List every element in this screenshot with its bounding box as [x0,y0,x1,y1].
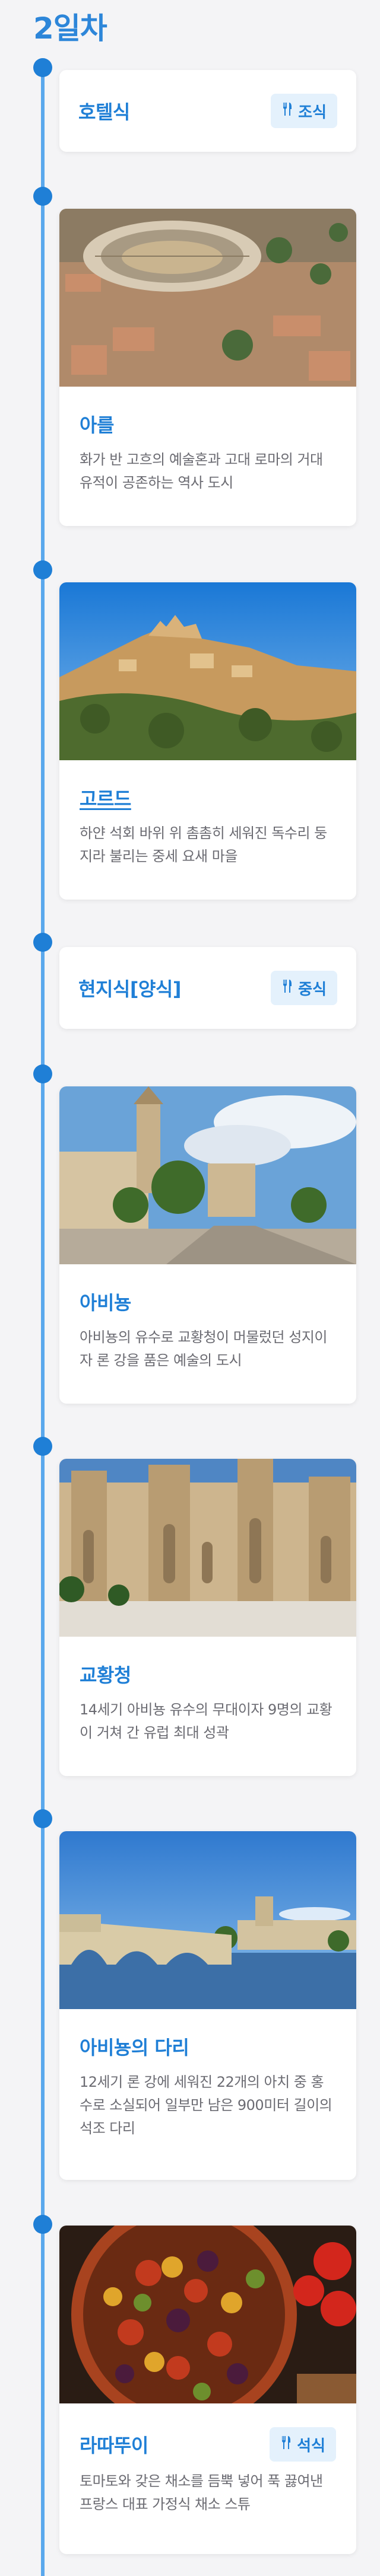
day-title: 2일차 [33,11,107,46]
schedule-card-papal-palace[interactable]: 교황청 14세기 아비뇽 유수의 무대이자 9명의 교황이 거쳐 간 유럽 최대… [59,1459,356,1776]
meal-tag: 중식 [271,971,337,1005]
ratatouille-dish-image [59,2226,356,2403]
schedule-card-arles[interactable]: 아를 화가 반 고흐의 예술혼과 고대 로마의 거대 유적이 공존하는 역사 도… [59,209,356,526]
timeline-dot [33,1064,52,1083]
fork-knife-icon [281,102,293,120]
card-title: 고르드 [80,788,131,810]
card-description: 12세기 론 강에 세워진 22개의 아치 중 홍수로 소실되어 일부만 남은 … [80,2074,332,2137]
timeline-dot [33,933,52,952]
schedule-card-avignon-bridge[interactable]: 아비뇽의 다리 12세기 론 강에 세워진 22개의 아치 중 홍수로 소실되어… [59,1831,356,2180]
gordes-village-image [59,582,356,760]
schedule-card-hotel[interactable]: 호텔식 조식 [59,70,356,152]
timeline-dot [33,58,52,77]
card-title: 아비뇽의 다리 [80,2036,189,2059]
schedule-card-lunch[interactable]: 현지식[양식] 중식 [59,947,356,1029]
meal-tag: 조식 [271,94,337,128]
timeline-dot [33,560,52,579]
timeline-dot [33,1437,52,1456]
papal-palace-image [59,1459,356,1637]
fork-knife-icon [280,2435,292,2454]
card-title: 호텔식 [78,101,130,123]
meal-label: 조식 [298,103,327,122]
timeline-dot [33,2215,52,2234]
arles-amphitheatre-image [59,209,356,387]
fork-knife-icon [281,979,293,997]
card-description: 아비뇽의 유수로 교황청이 머물렀던 성지이자 론 강을 품은 예술의 도시 [80,1329,327,1369]
schedule-card-avignon[interactable]: 아비뇽 아비뇽의 유수로 교황청이 머물렀던 성지이자 론 강을 품은 예술의 … [59,1086,356,1404]
card-description: 토마토와 갖은 채소를 듬뿍 넣어 푹 끓여낸 프랑스 대표 가정식 채소 스튜 [80,2473,323,2513]
card-description: 하얀 석회 바위 위 촘촘히 세워진 독수리 둥지라 불리는 중세 요새 마을 [80,825,327,865]
timeline-dot [33,187,52,206]
schedule-card-ratatouille[interactable]: 라따뚜이 석식 토마토와 갖은 채소를 듬뿍 넣어 푹 끓여낸 프랑스 대표 가… [59,2226,356,2554]
card-description: 14세기 아비뇽 유수의 무대이자 9명의 교황이 거쳐 간 유럽 최대 성곽 [80,1701,332,1741]
timeline-dot [33,1809,52,1828]
schedule-card-gordes[interactable]: 고르드 하얀 석회 바위 위 촘촘히 세워진 독수리 둥지라 불리는 중세 요새… [59,582,356,900]
meal-label: 중식 [298,980,327,999]
card-description: 화가 반 고흐의 예술혼과 고대 로마의 거대 유적이 공존하는 역사 도시 [80,451,323,491]
avignon-bridge-image [59,1831,356,2009]
avignon-square-image [59,1086,356,1264]
card-title: 아를 [80,414,114,436]
card-title: 아비뇽 [80,1292,131,1314]
timeline-line [41,65,45,2576]
card-title: 라따뚜이 [80,2434,148,2457]
meal-label: 석식 [297,2437,325,2455]
card-title: 교황청 [80,1664,131,1686]
meal-tag: 석식 [270,2427,336,2462]
card-title: 현지식[양식] [78,978,181,1000]
